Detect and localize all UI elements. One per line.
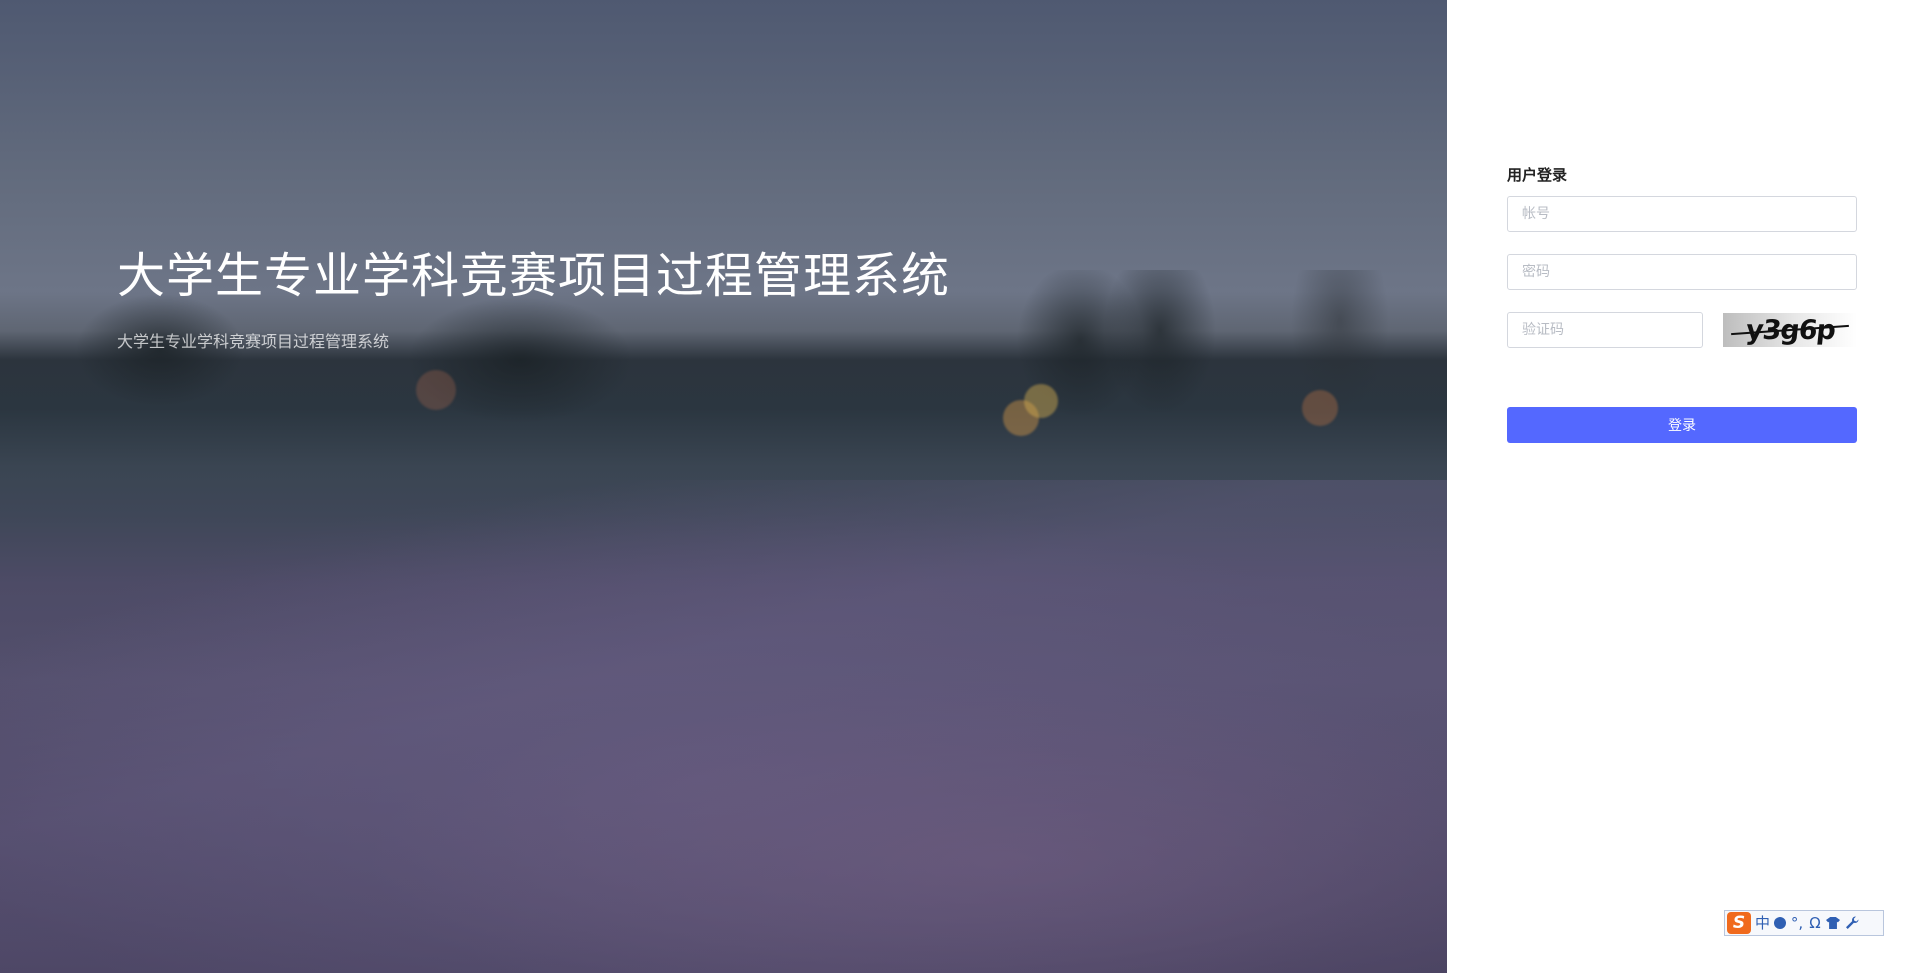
bokeh-light <box>1302 390 1338 426</box>
system-subtitle: 大学生专业学科竞赛项目过程管理系统 <box>117 332 390 351</box>
account-input[interactable] <box>1507 196 1857 232</box>
background-frosted-slab <box>0 480 1447 973</box>
language-mode-icon[interactable]: 中 <box>1755 912 1770 934</box>
punctuation-icon[interactable]: °, <box>1790 912 1804 934</box>
bokeh-light <box>416 370 456 410</box>
wrench-icon[interactable] <box>1844 915 1860 931</box>
login-title: 用户登录 <box>1507 166 1568 184</box>
bokeh-light <box>1024 384 1058 418</box>
sogou-logo-icon[interactable]: S <box>1727 912 1751 934</box>
captcha-input[interactable] <box>1507 312 1703 348</box>
ime-toolbar[interactable]: S 中 °, Ω <box>1724 910 1884 936</box>
captcha-row: y3g6p <box>1507 312 1857 348</box>
symbol-omega-icon[interactable]: Ω <box>1808 912 1822 934</box>
system-title: 大学生专业学科竞赛项目过程管理系统 <box>117 248 951 304</box>
skin-shirt-icon[interactable] <box>1826 917 1841 929</box>
login-panel: 用户登录 y3g6p 登录 <box>1447 0 1915 973</box>
login-page: 大学生专业学科竞赛项目过程管理系统 大学生专业学科竞赛项目过程管理系统 用户登录… <box>0 0 1915 973</box>
captcha-image[interactable]: y3g6p <box>1723 313 1857 347</box>
hero-background: 大学生专业学科竞赛项目过程管理系统 大学生专业学科竞赛项目过程管理系统 <box>0 0 1447 973</box>
login-form: 用户登录 y3g6p 登录 <box>1507 164 1857 443</box>
login-button[interactable]: 登录 <box>1507 407 1857 443</box>
password-input[interactable] <box>1507 254 1857 290</box>
hero-text: 大学生专业学科竞赛项目过程管理系统 大学生专业学科竞赛项目过程管理系统 <box>117 244 950 352</box>
moon-dot-icon[interactable] <box>1774 917 1787 929</box>
